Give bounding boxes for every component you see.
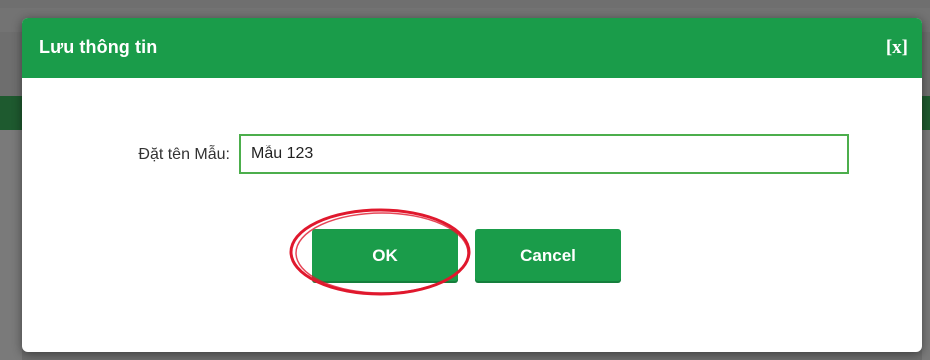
template-name-input[interactable] — [239, 134, 849, 174]
background-green-bar-left — [0, 96, 22, 130]
template-name-row: Đặt tên Mẫu: — [22, 134, 922, 176]
close-button[interactable]: [x] — [886, 37, 908, 59]
template-name-label: Đặt tên Mẫu: — [138, 146, 230, 163]
background-top-bar — [0, 0, 930, 8]
dialog-title: Lưu thông tin — [39, 37, 158, 57]
ok-button[interactable]: OK — [312, 229, 458, 283]
background-green-bar-right — [922, 96, 930, 130]
cancel-button[interactable]: Cancel — [475, 229, 621, 283]
background-panel-left — [0, 130, 22, 360]
background-panel-right — [922, 130, 930, 360]
dialog-header: Lưu thông tin [x] — [22, 18, 922, 78]
save-info-dialog: Lưu thông tin [x] Đặt tên Mẫu: OK Cancel — [22, 18, 922, 352]
